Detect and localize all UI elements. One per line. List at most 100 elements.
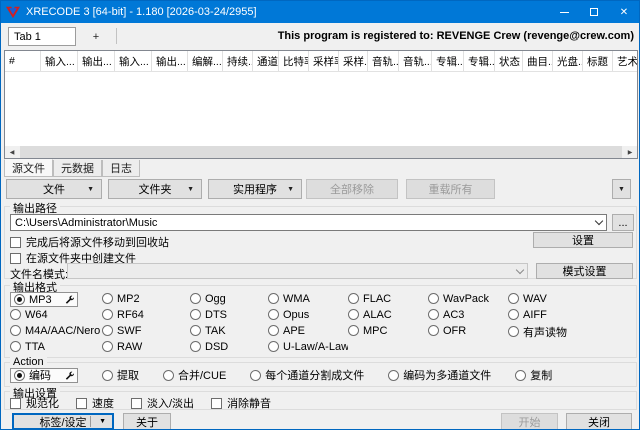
column-header-12[interactable]: 音轨... (368, 51, 399, 71)
view-tabs: 源文件元数据日志 (4, 160, 140, 177)
horizontal-scrollbar[interactable]: ◀ ▶ (5, 146, 637, 158)
format-option-wma[interactable]: WMA (268, 293, 310, 305)
format-option-u-law-a-law[interactable]: U-Law/A-Law (268, 341, 348, 353)
close-button[interactable]: ✕ (609, 1, 639, 23)
pattern-settings-button[interactable]: 模式设置 (536, 263, 633, 279)
column-header-7[interactable]: 持续... (223, 51, 253, 71)
column-header-15[interactable]: 专辑... (464, 51, 495, 71)
output-setting-2[interactable]: 速度 (76, 395, 114, 411)
column-header-5[interactable]: 输出... (152, 51, 188, 71)
file-button[interactable]: 文件 ▼ (6, 179, 102, 199)
column-header-4[interactable]: 输入... (115, 51, 152, 71)
column-header-16[interactable]: 状态 (495, 51, 523, 71)
format-cell: Ogg (190, 293, 268, 308)
output-setting-3[interactable]: 淡入/淡出 (131, 395, 194, 411)
action-option-1[interactable]: 编码 (14, 367, 51, 383)
action-option-1-selected-box[interactable]: 编码 (10, 368, 78, 383)
tab-1[interactable]: Tab 1 (8, 27, 76, 46)
view-tab-2[interactable]: 元数据 (53, 160, 102, 177)
maximize-button[interactable] (579, 1, 609, 23)
move-to-recycle-checkbox[interactable]: 完成后将源文件移动到回收站 (10, 234, 169, 250)
output-path-combobox[interactable]: C:\Users\Administrator\Music (10, 214, 607, 231)
column-header-3[interactable]: 输出... (78, 51, 115, 71)
action-option-cue[interactable]: 合并/CUE (163, 367, 226, 383)
format-cell: 有声读物 (508, 324, 632, 341)
column-header-8[interactable]: 通道 (253, 51, 279, 71)
column-header-14[interactable]: 专辑... (432, 51, 464, 71)
checkbox-icon (10, 253, 21, 264)
format-option-2-6[interactable]: 有声读物 (508, 324, 567, 340)
titlebar[interactable]: XRECODE 3 [64-bit] - 1.180 [2026-03-24/2… (1, 1, 639, 23)
radio-icon (428, 309, 439, 320)
close-window-button[interactable]: 关闭 (566, 413, 632, 430)
file-list[interactable]: #输入...输出...输入...输出...编解...持续...通道比特率采样率采… (4, 50, 638, 159)
format-option-w64[interactable]: W64 (10, 309, 48, 321)
format-option-alac-label: ALAC (363, 309, 392, 321)
radio-icon (190, 341, 201, 352)
view-tab-1[interactable]: 源文件 (4, 159, 53, 177)
action-option-1-label: 编码 (29, 367, 51, 383)
column-header-11[interactable]: 采样... (339, 51, 368, 71)
format-option-ac3[interactable]: AC3 (428, 309, 464, 321)
browse-button[interactable]: ... (612, 214, 634, 231)
column-header-19[interactable]: 标题 (583, 51, 613, 71)
column-header-13[interactable]: 音轨... (399, 51, 432, 71)
format-option-alac[interactable]: ALAC (348, 309, 392, 321)
minimize-button[interactable] (549, 1, 579, 23)
format-option-aiff[interactable]: AIFF (508, 309, 547, 321)
file-list-body[interactable] (5, 72, 637, 146)
format-option-tta[interactable]: TTA (10, 341, 45, 353)
wrench-icon[interactable] (65, 371, 74, 380)
column-header-9[interactable]: 比特率 (279, 51, 309, 71)
add-tab-button[interactable]: + (85, 27, 107, 46)
format-cell: Opus (268, 309, 348, 324)
format-option-mp2[interactable]: MP2 (102, 293, 140, 305)
about-button[interactable]: 关于 (123, 413, 171, 430)
format-option-tak[interactable]: TAK (190, 325, 226, 337)
column-header-10[interactable]: 采样率 (309, 51, 339, 71)
scroll-left-icon[interactable]: ◀ (5, 146, 19, 158)
format-cell: MP3 (10, 292, 102, 308)
column-header-6[interactable]: 编解... (188, 51, 223, 71)
format-option-opus[interactable]: Opus (268, 309, 309, 321)
output-settings-button[interactable]: 设置 (533, 232, 633, 248)
scroll-right-icon[interactable]: ▶ (623, 146, 637, 158)
action-option-6[interactable]: 复制 (515, 367, 552, 383)
format-option-wavpack[interactable]: WavPack (428, 293, 489, 305)
output-setting-4[interactable]: 消除静音 (211, 395, 271, 411)
column-header-17[interactable]: 曲目... (523, 51, 553, 71)
format-option-mp3-selected-box[interactable]: MP3 (10, 292, 78, 307)
format-option-flac[interactable]: FLAC (348, 293, 391, 305)
format-option-mp3[interactable]: MP3 (14, 294, 52, 306)
more-options-button[interactable]: ▼ (612, 179, 631, 199)
format-option-dsd[interactable]: DSD (190, 341, 228, 353)
format-option-swf[interactable]: SWF (102, 325, 141, 337)
utilities-button[interactable]: 实用程序 ▼ (208, 179, 302, 199)
view-tab-3[interactable]: 日志 (102, 160, 140, 177)
action-option-4[interactable]: 每个通道分割成文件 (250, 367, 364, 383)
format-option-m4a-aac-nero[interactable]: M4A/AAC/Nero (10, 325, 100, 337)
format-cell: SWF (102, 325, 190, 340)
scrollbar-thumb[interactable] (19, 146, 623, 158)
column-header-18[interactable]: 光盘... (553, 51, 583, 71)
folder-button[interactable]: 文件夹 ▼ (108, 179, 202, 199)
action-options-row: 编码 提取 合并/CUE 每个通道分割成文件 编码为多通道文件 复制 (10, 367, 552, 383)
wrench-icon[interactable] (65, 295, 74, 304)
chevron-down-icon[interactable] (595, 217, 603, 225)
format-option-dts[interactable]: DTS (190, 309, 227, 321)
format-option-raw[interactable]: RAW (102, 341, 142, 353)
format-option-mpc[interactable]: MPC (348, 325, 387, 337)
format-option-rf64[interactable]: RF64 (102, 309, 144, 321)
column-header-20[interactable]: 艺术家 (613, 51, 637, 71)
action-option-2[interactable]: 提取 (102, 367, 139, 383)
action-option-4-label: 每个通道分割成文件 (265, 367, 364, 383)
action-option-5[interactable]: 编码为多通道文件 (388, 367, 491, 383)
format-option-wav[interactable]: WAV (508, 293, 547, 305)
column-header-1[interactable]: # (5, 51, 41, 71)
format-option-ofr[interactable]: OFR (428, 325, 466, 337)
output-setting-1[interactable]: 规范化 (10, 395, 59, 411)
format-option-ape[interactable]: APE (268, 325, 305, 337)
tags-settings-button[interactable]: 标签/设定 ▼ (12, 413, 114, 430)
format-option-ogg[interactable]: Ogg (190, 293, 226, 305)
column-header-2[interactable]: 输入... (41, 51, 78, 71)
